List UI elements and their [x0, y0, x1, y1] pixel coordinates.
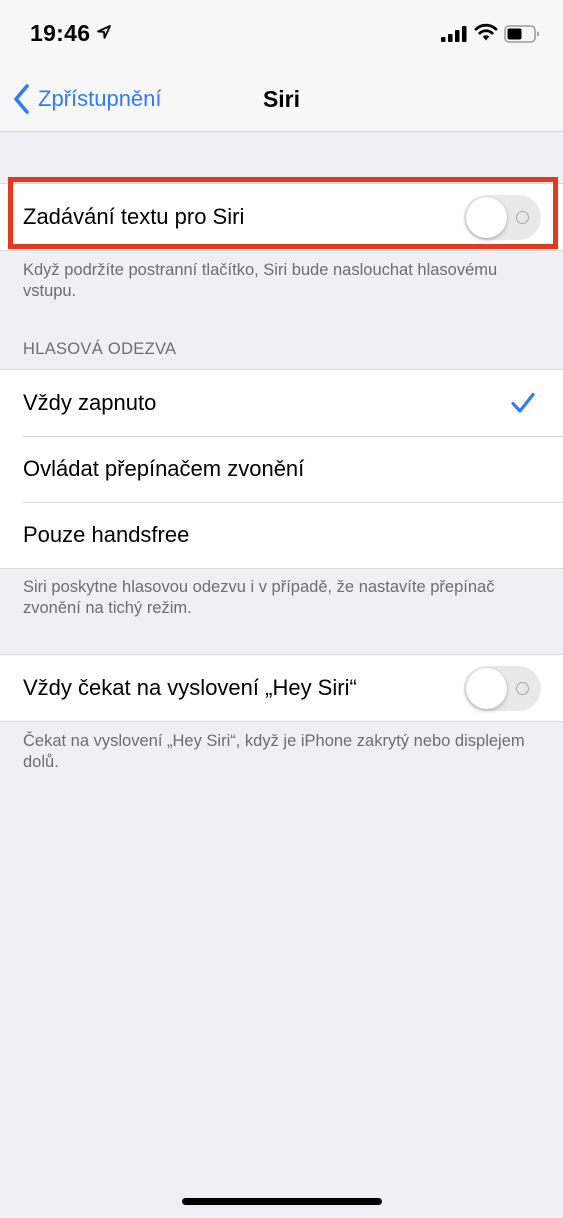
option-label: Pouze handsfree — [23, 522, 190, 547]
option-ring-switch[interactable]: Ovládat přepínačem zvonění — [0, 436, 563, 502]
back-label: Zpřístupnění — [38, 86, 162, 111]
toggle-off-indicator-icon — [516, 211, 529, 224]
type-to-siri-row: Zadávání textu pro Siri — [0, 184, 563, 250]
toggle-knob — [466, 197, 507, 238]
hey-siri-label: Vždy čekat na vyslovení „Hey Siri“ — [23, 675, 357, 700]
hey-siri-toggle[interactable] — [464, 666, 541, 711]
wifi-icon — [474, 23, 498, 41]
cellular-signal-icon — [441, 26, 467, 42]
type-to-siri-footer: Když podržíte postranní tlačítko, Siri b… — [23, 261, 498, 300]
checkmark-icon — [511, 392, 535, 413]
type-to-siri-group: Zadávání textu pro Siri — [0, 183, 563, 251]
voice-feedback-header: HLASOVÁ ODEZVA — [23, 340, 177, 358]
voice-feedback-footer: Siri poskytne hlasovou odezvu i v případ… — [23, 578, 495, 617]
status-time: 19:46 — [30, 20, 91, 46]
option-hands-free-only[interactable]: Pouze handsfree — [0, 502, 563, 568]
option-label: Vždy zapnuto — [23, 390, 157, 415]
option-label: Ovládat přepínačem zvonění — [23, 456, 305, 481]
option-always-on[interactable]: Vždy zapnuto — [0, 370, 563, 436]
siri-settings-screen: 19:46 Zpřístupnění Siri Zadávání textu p… — [0, 0, 563, 1218]
chevron-left-icon — [14, 84, 29, 114]
hey-siri-footer: Čekat na vyslovení „Hey Siri“, když je i… — [23, 732, 525, 771]
status-bar: 19:46 — [0, 0, 563, 66]
navigation-bar: Zpřístupnění Siri — [0, 66, 563, 132]
home-indicator[interactable] — [182, 1198, 382, 1205]
hey-siri-row: Vždy čekat na vyslovení „Hey Siri“ — [0, 655, 563, 721]
type-to-siri-toggle[interactable] — [464, 195, 541, 240]
back-button[interactable]: Zpřístupnění — [12, 83, 162, 115]
location-arrow-icon — [97, 25, 111, 39]
voice-feedback-group: Vždy zapnuto Ovládat přepínačem zvonění … — [0, 369, 563, 569]
toggle-knob — [466, 668, 507, 709]
battery-icon — [504, 25, 539, 43]
hey-siri-group: Vždy čekat na vyslovení „Hey Siri“ — [0, 654, 563, 722]
toggle-off-indicator-icon — [516, 682, 529, 695]
type-to-siri-label: Zadávání textu pro Siri — [23, 204, 245, 229]
